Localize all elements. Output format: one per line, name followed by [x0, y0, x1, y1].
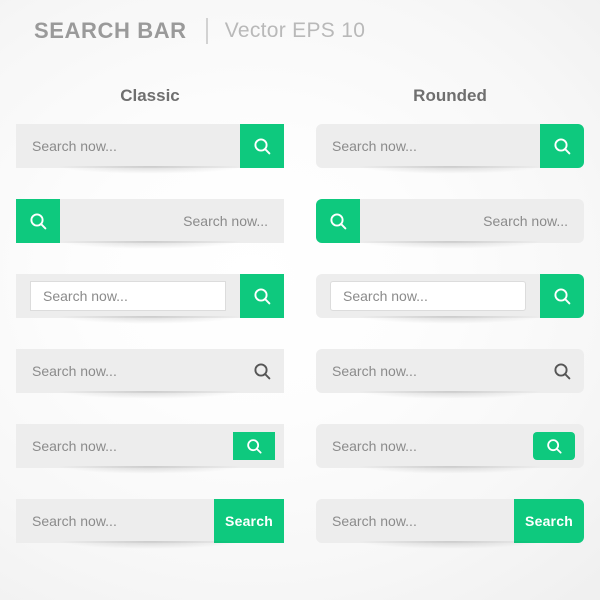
search-bar-rounded-1: Search now... — [316, 124, 584, 175]
search-bar-rounded-6: Search now... Search — [316, 499, 584, 550]
search-bar[interactable]: Search now... — [316, 274, 584, 318]
classic-column: Search now... Search now... Search now..… — [16, 124, 284, 574]
search-bar[interactable]: Search now... — [316, 124, 584, 168]
search-input[interactable]: Search now... — [316, 424, 533, 468]
search-button[interactable] — [240, 124, 284, 168]
search-placeholder: Search now... — [32, 513, 117, 529]
search-input[interactable]: Search now... — [316, 499, 514, 543]
search-bar[interactable]: Search now... — [16, 124, 284, 168]
search-bar-classic-2: Search now... — [16, 199, 284, 250]
search-bar[interactable]: Search now... — [316, 424, 584, 468]
search-input[interactable]: Search now... — [316, 349, 540, 393]
search-button[interactable]: Search — [214, 499, 284, 543]
search-bar[interactable]: Search now... — [316, 199, 584, 243]
magnifier-icon — [253, 287, 272, 306]
search-placeholder: Search now... — [483, 213, 568, 229]
search-button[interactable] — [16, 199, 60, 243]
search-bar-rounded-4: Search now... — [316, 349, 584, 400]
search-input[interactable]: Search now... — [16, 349, 240, 393]
search-input[interactable]: Search now... — [316, 124, 540, 168]
magnifier-icon — [553, 137, 572, 156]
search-bar-classic-4: Search now... — [16, 349, 284, 400]
column-heading-rounded: Rounded — [413, 86, 487, 105]
search-bar[interactable]: Search now... Search — [16, 499, 284, 543]
magnifier-icon — [246, 438, 263, 455]
search-bar[interactable]: Search now... — [16, 199, 284, 243]
search-input[interactable]: Search now... — [330, 281, 526, 311]
search-input[interactable]: Search now... — [16, 124, 240, 168]
search-placeholder: Search now... — [32, 363, 117, 379]
search-bar-classic-5: Search now... — [16, 424, 284, 475]
magnifier-icon — [29, 212, 48, 231]
search-button[interactable] — [540, 349, 584, 393]
search-button[interactable] — [316, 199, 360, 243]
magnifier-icon — [329, 212, 348, 231]
search-bar-classic-3: Search now... — [16, 274, 284, 325]
search-input[interactable]: Search now... — [360, 199, 584, 243]
magnifier-icon — [553, 287, 572, 306]
search-placeholder: Search now... — [332, 438, 417, 454]
search-placeholder: Search now... — [332, 513, 417, 529]
search-bar-rounded-5: Search now... — [316, 424, 584, 475]
magnifier-icon — [546, 438, 563, 455]
search-button-label: Search — [225, 513, 273, 529]
search-input[interactable]: Search now... — [30, 281, 226, 311]
search-placeholder: Search now... — [343, 288, 428, 304]
column-heading-classic: Classic — [120, 86, 180, 105]
search-placeholder: Search now... — [32, 138, 117, 154]
search-button-label: Search — [525, 513, 573, 529]
search-placeholder: Search now... — [332, 138, 417, 154]
search-bar[interactable]: Search now... — [316, 349, 584, 393]
search-bar-rounded-2: Search now... — [316, 199, 584, 250]
search-placeholder: Search now... — [43, 288, 128, 304]
search-bar-rounded-3: Search now... — [316, 274, 584, 325]
search-bar[interactable]: Search now... — [16, 424, 284, 468]
magnifier-icon — [253, 362, 272, 381]
rounded-column: Search now... Search now... Search now..… — [316, 124, 584, 574]
search-bar-classic-1: Search now... — [16, 124, 284, 175]
search-input[interactable]: Search now... — [16, 499, 214, 543]
search-button[interactable] — [240, 349, 284, 393]
search-button[interactable] — [540, 124, 584, 168]
search-button[interactable]: Search — [514, 499, 584, 543]
search-placeholder: Search now... — [332, 363, 417, 379]
search-input[interactable]: Search now... — [16, 424, 233, 468]
search-bar[interactable]: Search now... Search — [316, 499, 584, 543]
magnifier-icon — [253, 137, 272, 156]
page-title: SEARCH BAR — [34, 18, 187, 43]
search-button[interactable] — [233, 432, 275, 460]
search-input[interactable]: Search now... — [60, 199, 284, 243]
search-bar-classic-6: Search now... Search — [16, 499, 284, 550]
magnifier-icon — [553, 362, 572, 381]
search-button[interactable] — [240, 274, 284, 318]
search-bar[interactable]: Search now... — [16, 274, 284, 318]
search-bar-showcase: SEARCH BAR Vector EPS 10 Classic Rounded… — [0, 0, 600, 600]
search-bar[interactable]: Search now... — [16, 349, 284, 393]
search-button[interactable] — [540, 274, 584, 318]
header-divider — [205, 18, 208, 44]
search-placeholder: Search now... — [32, 438, 117, 454]
search-placeholder: Search now... — [183, 213, 268, 229]
search-button[interactable] — [533, 432, 575, 460]
page-subtitle: Vector EPS 10 — [224, 19, 366, 42]
page-header: SEARCH BAR Vector EPS 10 — [34, 14, 365, 48]
